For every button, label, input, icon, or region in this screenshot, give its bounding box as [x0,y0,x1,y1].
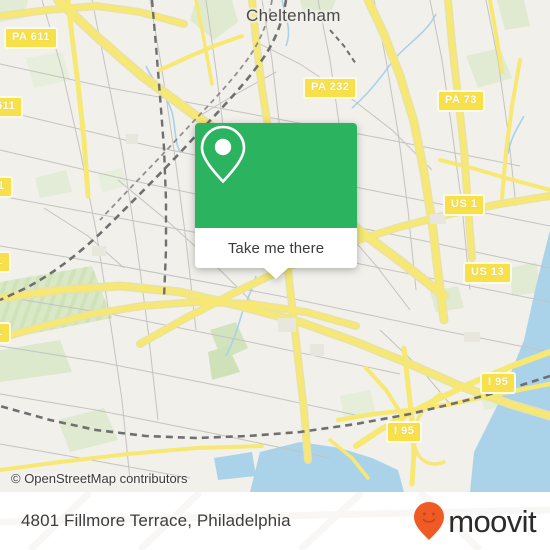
road-shield-pa73[interactable]: PA 73 [437,90,485,112]
moovit-logo[interactable]: moovit [414,502,537,540]
take-me-there-label: Take me there [227,239,325,257]
road-shield-us1[interactable]: US 1 [443,194,486,216]
road-shield-1-lower[interactable]: 1 [0,322,11,344]
road-shield-us13[interactable]: US 13 [463,262,513,284]
road-shield-pa611[interactable]: PA 611 [4,27,58,49]
map-pin-icon [200,125,246,184]
location-callout-card[interactable]: Take me there [195,123,357,279]
screenshot-root: Cheltenham PA 611 611 1 1 1 PA 232 PA 73… [0,0,550,550]
callout-action-area[interactable]: Take me there [195,228,357,279]
road-shield-611-west[interactable]: 611 [0,96,24,118]
moovit-smiley-pin-icon [414,502,445,540]
road-shield-1-upper[interactable]: 1 [0,176,13,198]
osm-attribution[interactable]: © OpenStreetMap contributors [11,471,188,486]
callout-pointer-tail [264,268,288,279]
footer-bar: 4801 Fillmore Terrace, Philadelphia moov… [0,492,550,550]
city-label-cheltenham: Cheltenham [246,6,341,25]
moovit-wordmark: moovit [448,503,536,539]
map-canvas[interactable]: Cheltenham PA 611 611 1 1 1 PA 232 PA 73… [0,0,550,492]
road-shield-pa232[interactable]: PA 232 [303,77,358,99]
road-shield-1-middle[interactable]: 1 [0,251,11,273]
address-label: 4801 Fillmore Terrace, Philadelphia [21,511,291,530]
road-shield-i95-west[interactable]: I 95 [386,421,423,443]
road-shield-i95-east[interactable]: I 95 [480,372,517,394]
callout-icon-area [195,123,357,228]
